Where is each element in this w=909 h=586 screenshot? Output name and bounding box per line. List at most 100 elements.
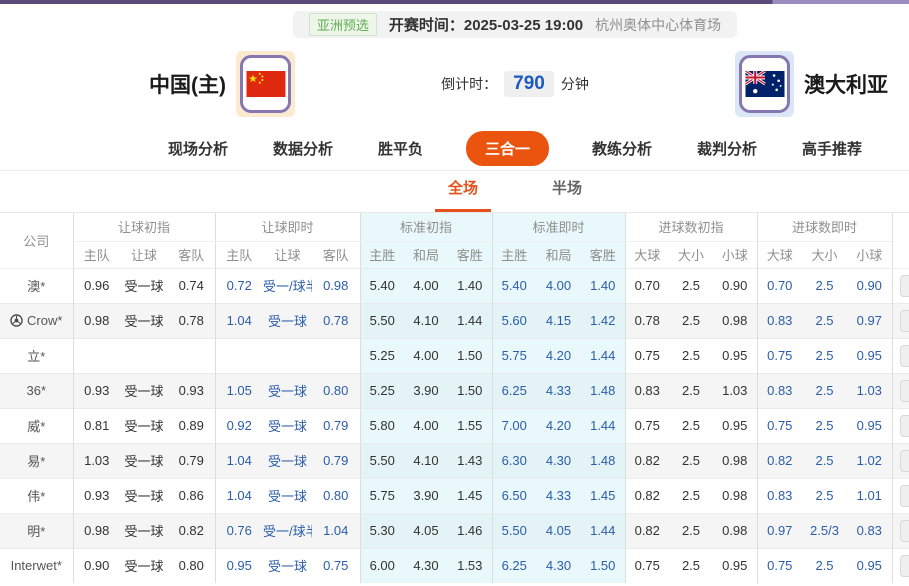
odds-cell[interactable]: 受一球 [263, 478, 312, 513]
company-name[interactable]: 威* [0, 408, 73, 443]
odds-cell[interactable]: 0.76 [215, 513, 263, 548]
odds-cell[interactable]: 2.5 [802, 408, 847, 443]
detail-button[interactable] [900, 555, 909, 577]
odds-cell[interactable]: 0.95 [847, 548, 892, 583]
odds-cell[interactable]: 1.04 [215, 443, 263, 478]
odds-cell[interactable]: 受一球 [263, 548, 312, 583]
company-name[interactable]: Interwet* [0, 548, 73, 583]
odds-cell[interactable]: 1.44 [581, 513, 625, 548]
nav-tab-1[interactable]: 数据分析 [271, 132, 335, 165]
odds-cell[interactable]: 1.04 [312, 513, 360, 548]
odds-cell[interactable]: 5.60 [492, 303, 536, 338]
odds-cell[interactable]: 0.82 [757, 443, 802, 478]
odds-cell[interactable]: 1.50 [581, 548, 625, 583]
odds-cell[interactable]: 0.95 [215, 548, 263, 583]
company-name[interactable]: 36* [0, 373, 73, 408]
sub-tab-1[interactable]: 半场 [539, 177, 595, 212]
odds-cell[interactable]: 0.78 [312, 303, 360, 338]
odds-cell[interactable]: 4.15 [536, 303, 581, 338]
odds-cell[interactable]: 0.95 [847, 338, 892, 373]
odds-cell[interactable]: 1.02 [847, 443, 892, 478]
detail-button[interactable] [900, 275, 909, 297]
odds-cell[interactable]: 2.5/3 [802, 513, 847, 548]
odds-cell[interactable]: 0.72 [215, 268, 263, 303]
odds-cell[interactable]: 6.50 [492, 478, 536, 513]
detail-button[interactable] [900, 415, 909, 437]
odds-cell[interactable]: 0.83 [847, 513, 892, 548]
odds-cell[interactable]: 0.83 [757, 478, 802, 513]
company-name[interactable]: 伟* [0, 478, 73, 513]
nav-tab-6[interactable]: 高手推荐 [800, 132, 864, 165]
odds-cell[interactable]: 受一/球半 [263, 268, 312, 303]
odds-cell[interactable]: 4.20 [536, 338, 581, 373]
odds-cell[interactable]: 0.83 [757, 303, 802, 338]
odds-cell[interactable] [312, 338, 360, 373]
odds-cell[interactable]: 4.30 [536, 548, 581, 583]
odds-cell[interactable]: 0.75 [757, 548, 802, 583]
odds-cell[interactable]: 2.5 [802, 548, 847, 583]
odds-cell[interactable]: 6.30 [492, 443, 536, 478]
odds-cell[interactable]: 4.00 [536, 268, 581, 303]
company-name[interactable]: 澳* [0, 268, 73, 303]
odds-cell[interactable]: 4.20 [536, 408, 581, 443]
odds-cell[interactable]: 受一球 [263, 373, 312, 408]
odds-cell[interactable]: 0.75 [312, 548, 360, 583]
odds-cell[interactable]: 0.70 [757, 268, 802, 303]
odds-cell[interactable]: 6.25 [492, 548, 536, 583]
nav-tab-0[interactable]: 现场分析 [166, 132, 230, 165]
odds-cell[interactable]: 5.40 [492, 268, 536, 303]
odds-cell[interactable]: 0.95 [847, 408, 892, 443]
sub-tab-0[interactable]: 全场 [435, 177, 491, 212]
odds-cell[interactable]: 1.48 [581, 443, 625, 478]
company-name[interactable]: Crow* [0, 303, 73, 338]
odds-cell[interactable]: 2.5 [802, 478, 847, 513]
odds-cell[interactable]: 1.03 [847, 373, 892, 408]
odds-cell[interactable]: 0.83 [757, 373, 802, 408]
company-name[interactable]: 立* [0, 338, 73, 373]
detail-button[interactable] [900, 380, 909, 402]
detail-button[interactable] [900, 520, 909, 542]
odds-cell[interactable]: 受一球 [263, 303, 312, 338]
nav-tab-3[interactable]: 三合一 [466, 131, 549, 166]
odds-cell[interactable]: 1.04 [215, 478, 263, 513]
odds-cell[interactable]: 5.50 [492, 513, 536, 548]
odds-cell[interactable]: 6.25 [492, 373, 536, 408]
odds-cell[interactable]: 0.90 [847, 268, 892, 303]
odds-cell[interactable]: 0.98 [312, 268, 360, 303]
odds-cell[interactable]: 2.5 [802, 373, 847, 408]
odds-cell[interactable]: 0.80 [312, 478, 360, 513]
odds-cell[interactable]: 0.75 [757, 408, 802, 443]
odds-cell[interactable]: 7.00 [492, 408, 536, 443]
odds-cell[interactable]: 2.5 [802, 303, 847, 338]
odds-cell[interactable] [263, 338, 312, 373]
nav-tab-5[interactable]: 裁判分析 [695, 132, 759, 165]
odds-cell[interactable]: 5.75 [492, 338, 536, 373]
odds-cell[interactable]: 1.45 [581, 478, 625, 513]
odds-cell[interactable]: 0.75 [757, 338, 802, 373]
detail-button[interactable] [900, 450, 909, 472]
nav-tab-2[interactable]: 胜平负 [376, 132, 425, 165]
odds-cell[interactable]: 1.44 [581, 408, 625, 443]
odds-cell[interactable]: 1.05 [215, 373, 263, 408]
odds-cell[interactable]: 1.48 [581, 373, 625, 408]
odds-cell[interactable]: 受一/球半 [263, 513, 312, 548]
company-name[interactable]: 易* [0, 443, 73, 478]
odds-cell[interactable]: 0.79 [312, 443, 360, 478]
company-name[interactable]: 明* [0, 513, 73, 548]
odds-cell[interactable]: 2.5 [802, 268, 847, 303]
odds-cell[interactable]: 0.80 [312, 373, 360, 408]
odds-cell[interactable]: 1.42 [581, 303, 625, 338]
detail-button[interactable] [900, 485, 909, 507]
odds-cell[interactable]: 0.79 [312, 408, 360, 443]
odds-cell[interactable]: 4.05 [536, 513, 581, 548]
odds-cell[interactable]: 1.44 [581, 338, 625, 373]
odds-cell[interactable]: 1.40 [581, 268, 625, 303]
detail-button[interactable] [900, 345, 909, 367]
odds-cell[interactable]: 2.5 [802, 338, 847, 373]
odds-cell[interactable]: 4.33 [536, 373, 581, 408]
odds-cell[interactable] [215, 338, 263, 373]
odds-cell[interactable]: 1.01 [847, 478, 892, 513]
odds-cell[interactable]: 0.97 [847, 303, 892, 338]
odds-cell[interactable]: 2.5 [802, 443, 847, 478]
odds-cell[interactable]: 0.97 [757, 513, 802, 548]
